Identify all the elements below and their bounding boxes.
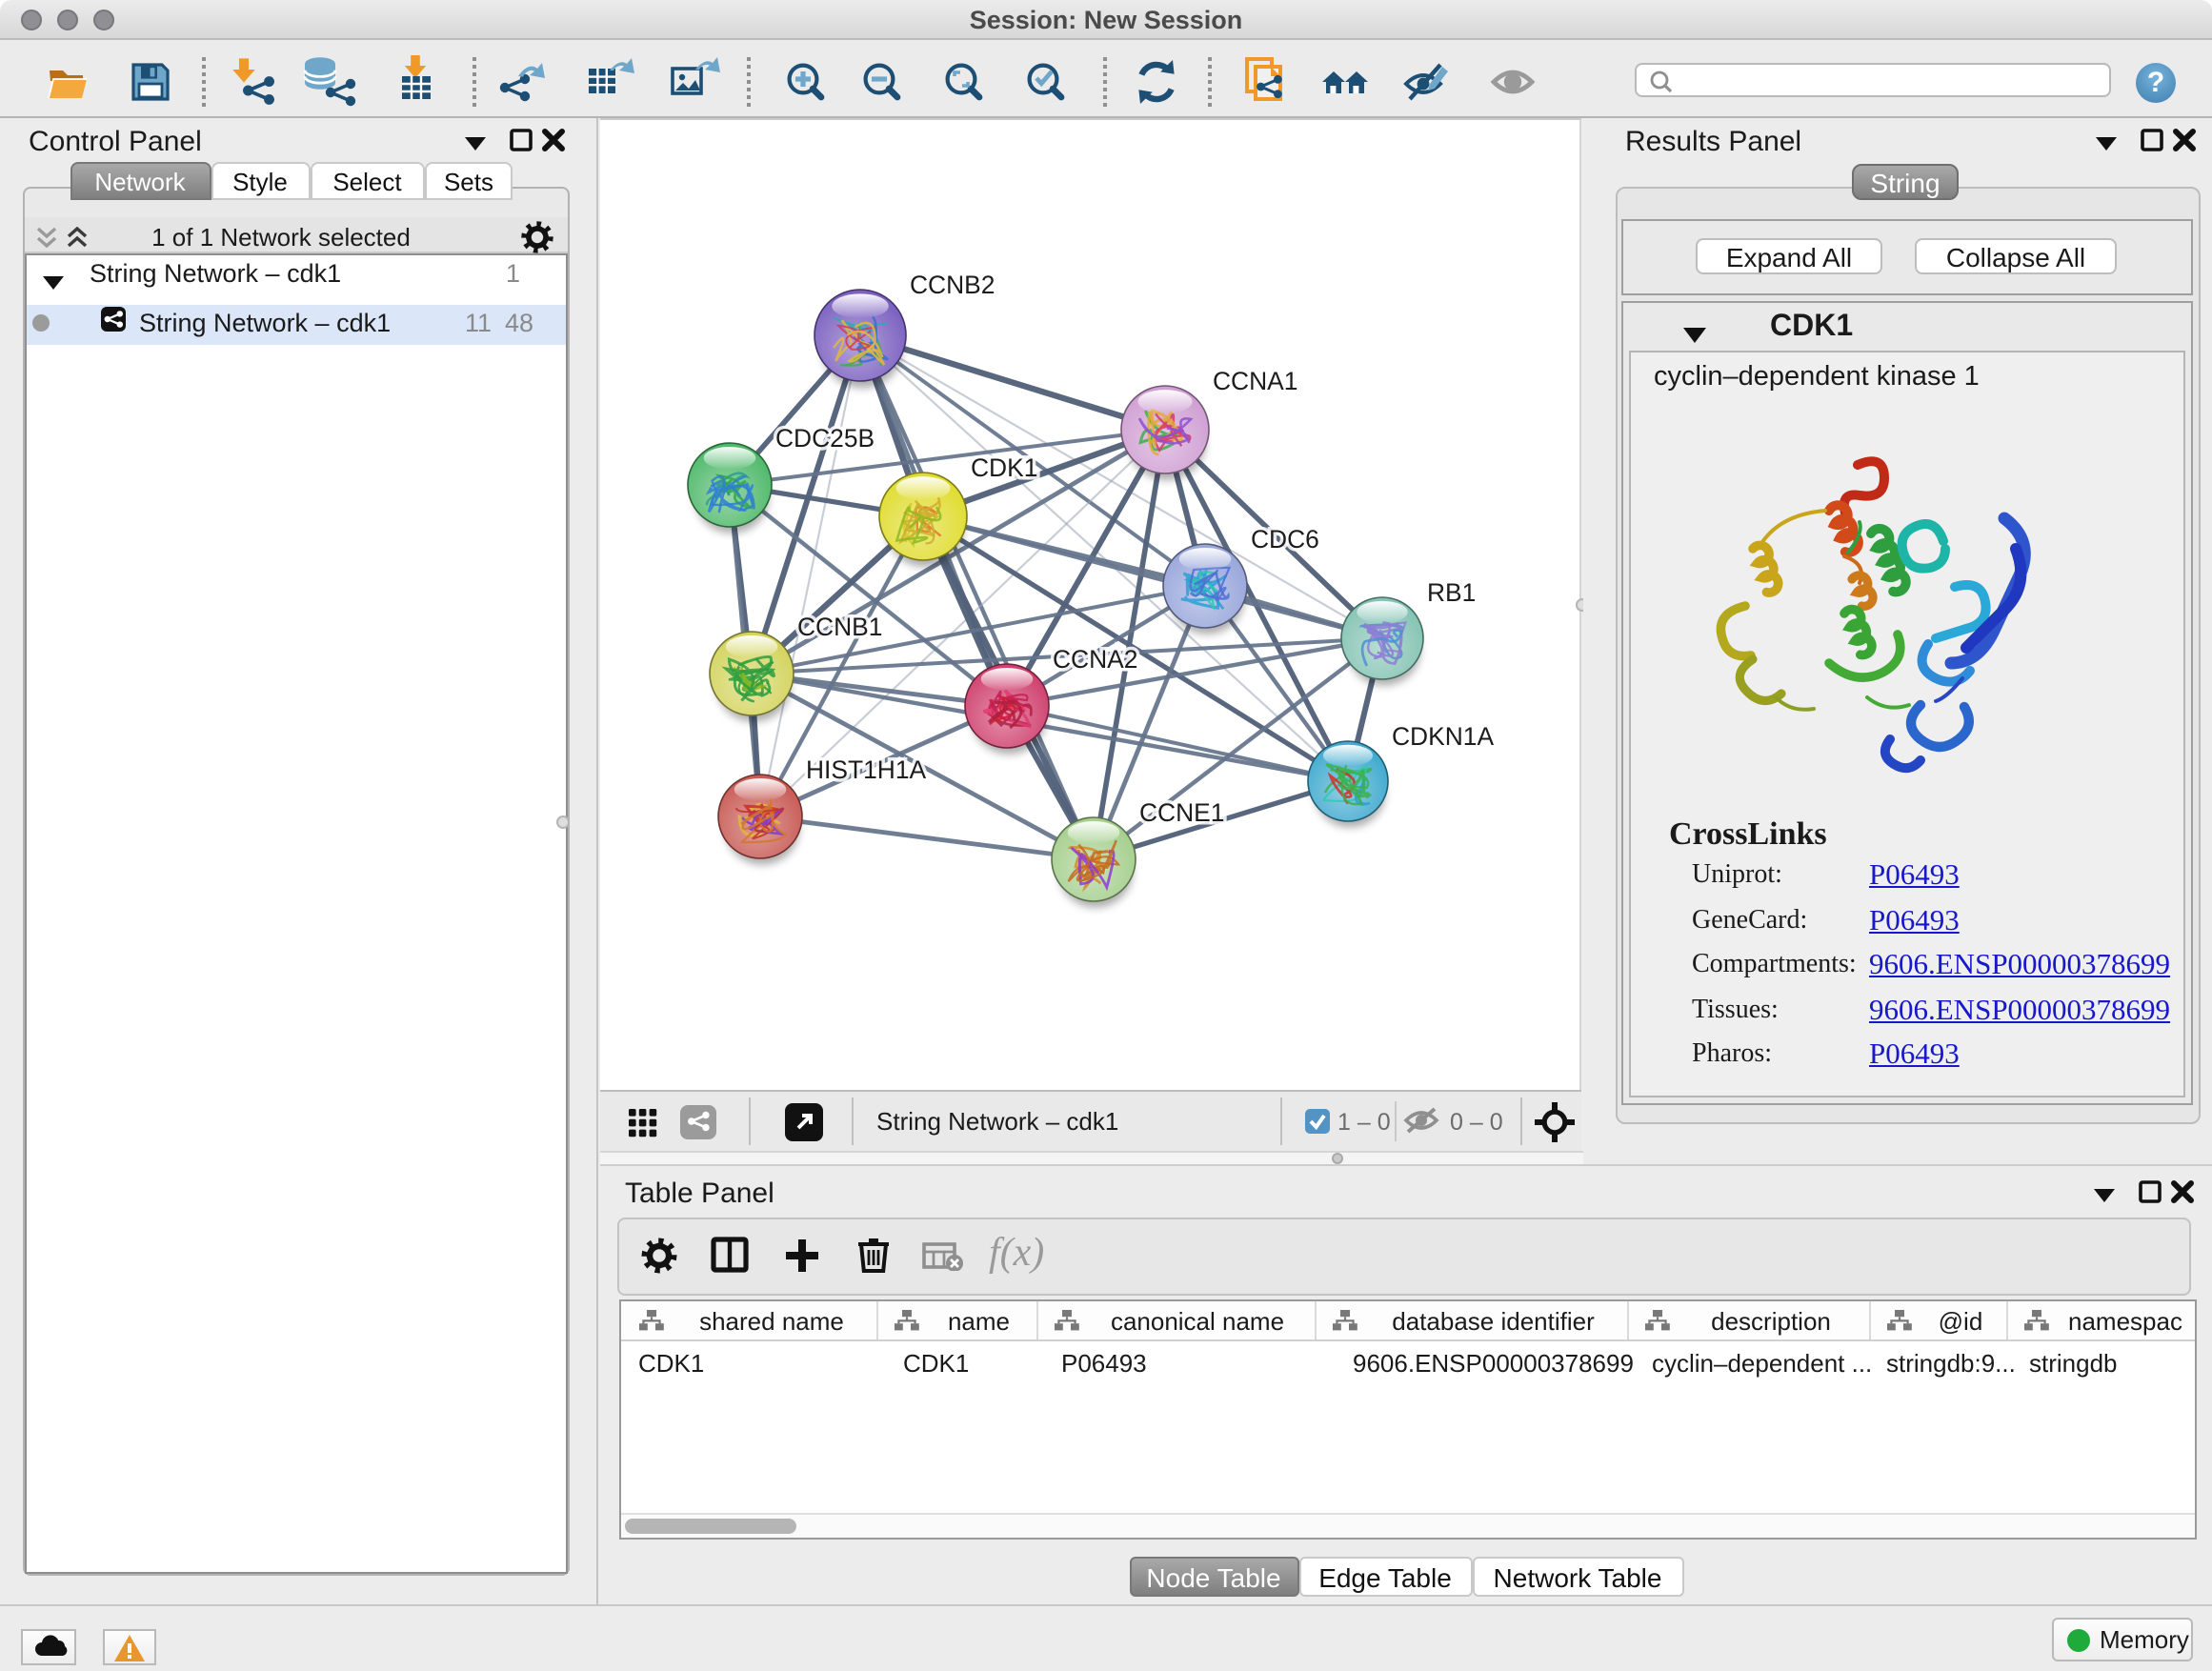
svg-text:CDKN1A: CDKN1A xyxy=(1392,722,1494,751)
svg-text:CCNA2: CCNA2 xyxy=(1053,645,1137,674)
svg-text:CDC25B: CDC25B xyxy=(775,424,875,453)
svg-text:CDK1: CDK1 xyxy=(971,453,1037,482)
svg-text:HIST1H1A: HIST1H1A xyxy=(806,755,927,784)
svg-text:RB1: RB1 xyxy=(1427,578,1476,607)
svg-text:CCNB2: CCNB2 xyxy=(910,271,995,299)
svg-text:CDC6: CDC6 xyxy=(1251,525,1319,554)
svg-text:CCNA1: CCNA1 xyxy=(1213,367,1297,395)
svg-text:CCNE1: CCNE1 xyxy=(1139,798,1224,827)
svg-text:CCNB1: CCNB1 xyxy=(797,613,882,641)
